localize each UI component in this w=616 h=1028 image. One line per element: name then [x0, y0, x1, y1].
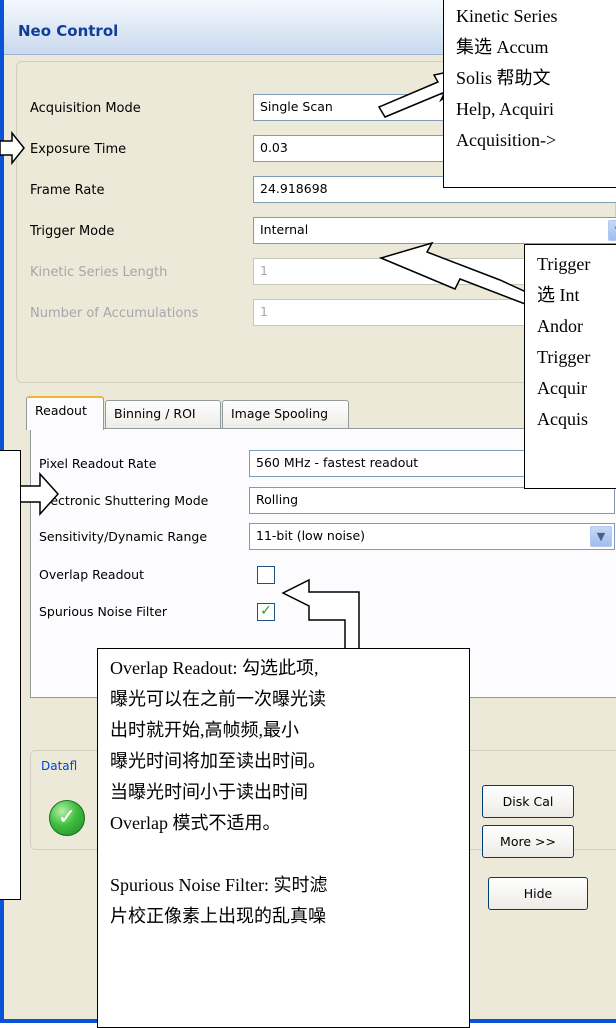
arrow-to-exposure-time — [0, 130, 25, 166]
note-line: 曝光时间将加至读出时间。 — [110, 751, 326, 771]
note-line: Overlap 模式不适用。 — [110, 813, 281, 833]
note-line: 当曝光时间小于读出时间 — [110, 782, 308, 802]
note-line: 选 Int — [537, 285, 580, 305]
note-line: Acquisition-> — [456, 130, 557, 150]
note-line — [110, 839, 457, 870]
note-left — [0, 450, 21, 900]
note-trigger: Trigger 选 Int Andor Trigger Acquir Acqui… — [524, 244, 616, 489]
note-line: Solis 帮助文 — [456, 68, 551, 88]
note-line: Andor — [537, 316, 583, 336]
note-line: Help, Acquiri — [456, 99, 554, 119]
note-line: 集选 Accum — [456, 37, 549, 57]
note-overlap-readout: Overlap Readout: 勾选此项, 曝光可以在之前一次曝光读 出时就开… — [97, 648, 470, 1028]
note-line: Spurious Noise Filter: 实时滤 — [110, 875, 328, 895]
note-line: Acquir — [537, 378, 587, 398]
note-line: 出时就开始,高帧频,最小 — [110, 720, 299, 740]
note-line: Trigger — [537, 254, 591, 274]
note-line: Trigger — [537, 347, 591, 367]
arrow-to-overlap-readout — [281, 578, 360, 650]
note-line: 片校正像素上出现的乱真噪 — [110, 906, 326, 926]
note-line: Overlap Readout: 勾选此项, — [110, 658, 319, 678]
note-line: 曝光可以在之前一次曝光读 — [110, 689, 326, 709]
note-kinetic-series: Kinetic Series 集选 Accum Solis 帮助文 Help, … — [443, 0, 616, 188]
note-line: Kinetic Series — [456, 6, 558, 26]
arrow-to-trigger-mode — [378, 241, 538, 308]
note-line: Acquis — [537, 409, 588, 429]
tab-readout[interactable]: Readout — [26, 396, 104, 430]
